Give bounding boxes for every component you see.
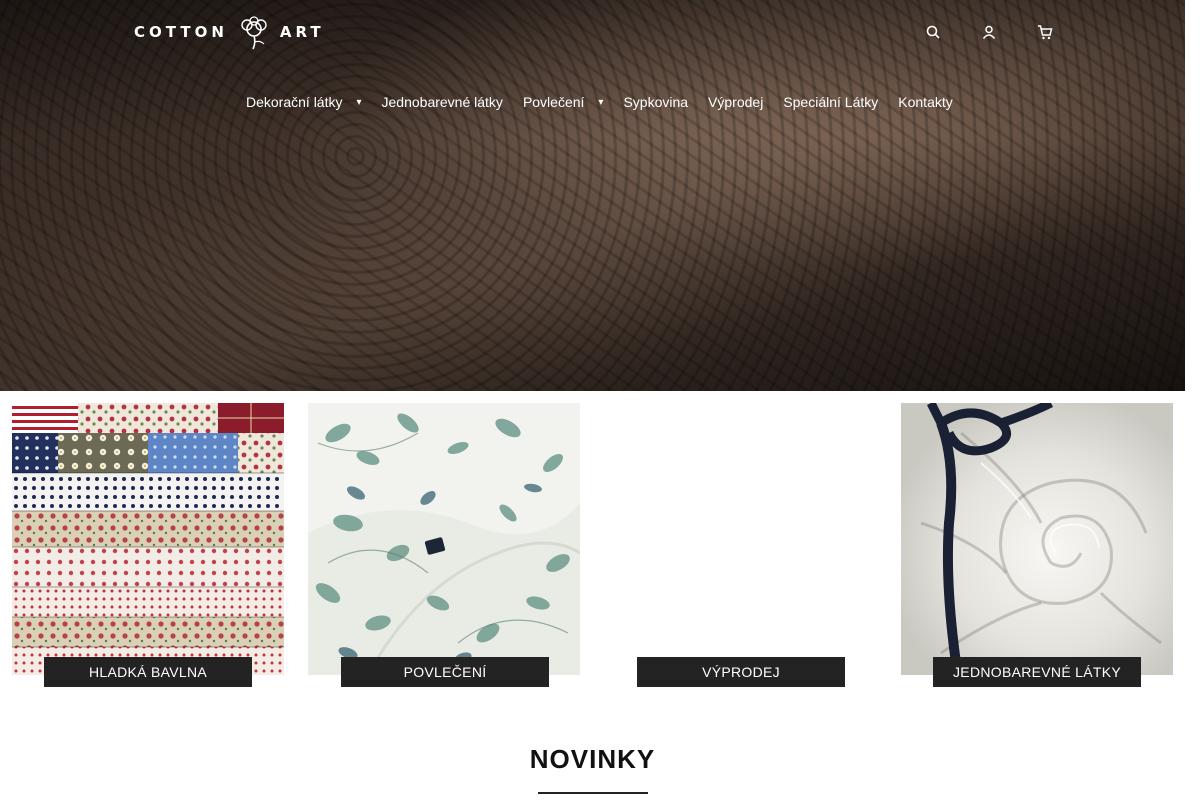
category-button-vyprodej[interactable]: VÝPRODEJ	[637, 657, 845, 687]
category-image-povleceni[interactable]	[308, 403, 580, 675]
nav-item-sypkovina[interactable]: Sypkovina	[623, 94, 688, 110]
nav-item-label: Speciální Látky	[783, 94, 879, 110]
category-button-jednobarevne-latky[interactable]: JEDNOBAREVNÉ LÁTKY	[933, 657, 1141, 687]
category-image-vyprodej[interactable]	[604, 403, 876, 675]
search-icon[interactable]	[921, 20, 945, 44]
nav-item-label: Sypkovina	[623, 94, 689, 110]
bedding-image	[308, 403, 580, 675]
nav-item-kontakty[interactable]: Kontakty	[898, 94, 952, 110]
category-button-hladka-bavlna[interactable]: HLADKÁ BAVLNA	[44, 657, 252, 687]
category-image-hladka-bavlna[interactable]	[12, 403, 284, 675]
chevron-down-icon[interactable]: ▾	[598, 97, 603, 108]
hero-banner	[0, 0, 1185, 391]
nav-item-jednobarevne-latky[interactable]: Jednobarevné látky	[382, 94, 503, 110]
hero-shade	[0, 0, 1185, 391]
main-nav: Dekorační látky ▾ Jednobarevné látky Pov…	[246, 90, 973, 114]
nav-item-label: Jednobarevné látky	[381, 94, 503, 110]
category-image-jednobarevne-latky[interactable]	[901, 403, 1173, 675]
nav-item-label: Povlečení	[522, 94, 585, 110]
nav-item-label: Dekorační látky	[246, 94, 343, 110]
fabric-stack-image	[12, 403, 284, 675]
nav-item-specialni-latky[interactable]: Speciální Látky	[783, 94, 878, 110]
cart-icon[interactable]	[1033, 20, 1057, 44]
nav-item-label: Výprodej	[708, 94, 764, 110]
section-title-novinky: NOVINKY	[529, 744, 656, 774]
cotton-flower-icon	[241, 16, 267, 50]
nav-item-label: Kontakty	[898, 94, 953, 110]
white-fabric-image	[901, 403, 1173, 675]
site-logo[interactable]: COTTON ART	[134, 12, 325, 52]
logo-text-right: ART	[279, 23, 325, 41]
nav-item-dekoracni-latky[interactable]: Dekorační látky ▾	[246, 94, 362, 110]
section-title-underline	[538, 792, 648, 794]
user-icon[interactable]	[977, 20, 1001, 44]
category-button-povleceni[interactable]: POVLEČENÍ	[341, 657, 549, 687]
nav-item-vyprodej[interactable]: Výprodej	[708, 94, 763, 110]
nav-item-povleceni[interactable]: Povlečení ▾	[523, 94, 604, 110]
logo-text-left: COTTON	[134, 23, 228, 41]
chevron-down-icon[interactable]: ▾	[356, 97, 361, 108]
